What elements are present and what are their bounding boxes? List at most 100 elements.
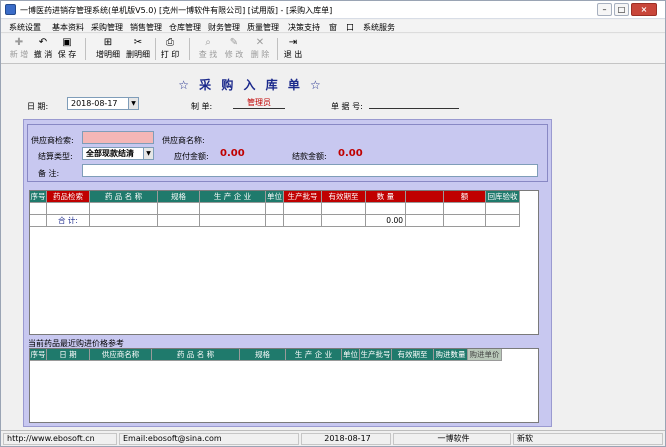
binoculars-icon: ⌕ [205, 37, 211, 48]
menu-purchase[interactable]: 采购管理 [91, 22, 123, 33]
save-button[interactable]: ▣ 保 存 [57, 36, 77, 62]
col-header[interactable]: 回库验收 [486, 191, 520, 203]
menu-window-1[interactable]: 窗 [329, 22, 337, 33]
menu-quality[interactable]: 质量管理 [247, 22, 279, 33]
exit-icon: ⇥ [288, 37, 298, 48]
settle-type-select[interactable]: 全部现款结清 ▼ [82, 147, 154, 160]
supplier-search-input[interactable] [82, 131, 154, 144]
new-icon: ✚ [14, 37, 24, 48]
status-url: http://www.ebosoft.cn [3, 433, 117, 445]
supplier-search-label: 供应商检索: [31, 136, 74, 145]
edit-button[interactable]: ✎ 修 改 [223, 36, 245, 62]
status-email: Email:ebosoft@sina.com [119, 433, 299, 445]
col-header[interactable]: 序号 [30, 191, 47, 203]
chevron-down-icon[interactable]: ▼ [128, 98, 138, 109]
col-header[interactable]: 额 [444, 191, 486, 203]
menu-window-2[interactable]: 口 [346, 22, 354, 33]
delete-detail-button[interactable]: ✂ 删明细 [124, 36, 152, 62]
printer-icon: ⎙ [166, 37, 174, 48]
col-header[interactable]: 药 品 名 称 [90, 191, 158, 203]
settle-type-label: 结算类型: [38, 152, 73, 161]
title-bar: 一博医药进销存管理系统(单机版V5.0) [克州一博软件有限公司] [试用版] … [1, 1, 665, 19]
menu-sales[interactable]: 销售管理 [130, 22, 162, 33]
minimize-button[interactable]: – [597, 3, 612, 16]
col-header[interactable]: 序号 [30, 349, 47, 361]
menu-system-settings[interactable]: 系统设置 [9, 22, 41, 33]
close-button[interactable]: × [631, 3, 657, 16]
settled-amount: 0.00 [338, 148, 363, 159]
col-header[interactable]: 单位 [266, 191, 284, 203]
col-header[interactable]: 药品检索 [47, 191, 90, 203]
menu-bar: 系统设置 基本资料 采购管理 销售管理 仓库管理 财务管理 质量管理 决策支持 … [1, 20, 665, 33]
col-header[interactable]: 生产批号 [360, 349, 392, 361]
grid-header-row: 序号 药品检索 药 品 名 称 规格 生 产 企 业 单位 生产批号 有效期至 … [30, 191, 540, 203]
exit-button[interactable]: ⇥ 退 出 [282, 36, 304, 62]
scissors-icon: ✂ [133, 37, 143, 48]
status-company: 一博软件 [393, 433, 511, 445]
maker-label: 制 单: [191, 102, 213, 111]
doc-number-field [369, 97, 459, 109]
maximize-button[interactable]: □ [614, 3, 629, 16]
col-header[interactable]: 规格 [240, 349, 286, 361]
table-row[interactable] [30, 203, 520, 215]
new-button[interactable]: ✚ 新 增 [9, 36, 29, 62]
menu-basic-data[interactable]: 基本资料 [52, 22, 84, 33]
document-panel: 供应商检索: 供应商名称: 结算类型: 全部现款结清 ▼ 应付金额: 0.00 … [23, 119, 552, 427]
menu-finance[interactable]: 财务管理 [208, 22, 240, 33]
app-window: 一博医药进销存管理系统(单机版V5.0) [克州一博软件有限公司] [试用版] … [0, 0, 666, 447]
page-title: ☆ 采 购 入 库 单 ☆ [178, 78, 324, 92]
col-header[interactable]: 生 产 企 业 [200, 191, 266, 203]
window-title: 一博医药进销存管理系统(单机版V5.0) [克州一博软件有限公司] [试用版] … [20, 6, 333, 15]
supplier-name-value [210, 131, 310, 144]
status-version: 新软 [513, 433, 663, 445]
date-label: 日 期: [27, 102, 49, 111]
menu-system-service[interactable]: 系统服务 [363, 22, 395, 33]
total-amount: 0.00 [366, 215, 406, 227]
undo-icon: ↶ [38, 37, 48, 48]
supplier-name-label: 供应商名称: [162, 136, 205, 145]
status-date: 2018-08-17 [301, 433, 391, 445]
undo-button[interactable]: ↶ 撤 消 [33, 36, 53, 62]
total-row: 合 计: 0.00 [30, 215, 520, 227]
col-header[interactable]: 生产批号 [284, 191, 322, 203]
col-header[interactable]: 药 品 名 称 [152, 349, 240, 361]
toolbar-separator [277, 38, 278, 60]
doc-number-label: 单 据 号: [331, 102, 363, 111]
total-label: 合 计: [47, 215, 90, 227]
detail-grid[interactable]: 序号 药品检索 药 品 名 称 规格 生 产 企 业 单位 生产批号 有效期至 … [29, 190, 539, 335]
remark-input[interactable] [82, 164, 538, 177]
price-history-grid[interactable]: 序号 日 期 供应商名称 药 品 名 称 规格 生 产 企 业 单位 生产批号 … [29, 348, 539, 423]
remark-label: 备 注: [38, 169, 60, 178]
add-detail-icon: ⊞ [103, 37, 113, 48]
settled-label: 结款金额: [292, 152, 327, 161]
edit-icon: ✎ [229, 37, 239, 48]
history-header-row: 序号 日 期 供应商名称 药 品 名 称 规格 生 产 企 业 单位 生产批号 … [30, 349, 540, 361]
col-header[interactable] [406, 191, 444, 203]
col-header[interactable]: 规格 [158, 191, 200, 203]
toolbar: ✚ 新 增 ↶ 撤 消 ▣ 保 存 ⊞ 增明细 ✂ 删明细 ⎙ 打 印 ⌕ 查 … [1, 34, 665, 64]
document-header-box: 供应商检索: 供应商名称: 结算类型: 全部现款结清 ▼ 应付金额: 0.00 … [27, 124, 548, 182]
col-header[interactable]: 数 量 [366, 191, 406, 203]
menu-warehouse[interactable]: 仓库管理 [169, 22, 201, 33]
payable-label: 应付金额: [174, 152, 209, 161]
app-icon [5, 4, 16, 15]
add-detail-button[interactable]: ⊞ 增明细 [94, 36, 122, 62]
delete-icon: ✕ [255, 37, 265, 48]
toolbar-separator [155, 38, 156, 60]
find-button[interactable]: ⌕ 查 找 [197, 36, 219, 62]
col-header[interactable]: 生 产 企 业 [286, 349, 342, 361]
col-header[interactable]: 供应商名称 [90, 349, 152, 361]
col-header[interactable]: 购进数量 [434, 349, 468, 361]
delete-button[interactable]: ✕ 删 除 [249, 36, 271, 62]
col-header[interactable]: 日 期 [47, 349, 90, 361]
col-header[interactable]: 有效期至 [392, 349, 434, 361]
date-picker[interactable]: 2018-08-17 ▼ [67, 97, 139, 110]
menu-decision[interactable]: 决策支持 [288, 22, 320, 33]
print-button[interactable]: ⎙ 打 印 [159, 36, 181, 62]
col-header[interactable]: 购进单价 [468, 349, 502, 361]
col-header[interactable]: 单位 [342, 349, 360, 361]
status-bar: http://www.ebosoft.cn Email:ebosoft@sina… [1, 430, 665, 446]
payable-amount: 0.00 [220, 148, 245, 159]
col-header[interactable]: 有效期至 [322, 191, 366, 203]
chevron-down-icon[interactable]: ▼ [143, 148, 153, 159]
